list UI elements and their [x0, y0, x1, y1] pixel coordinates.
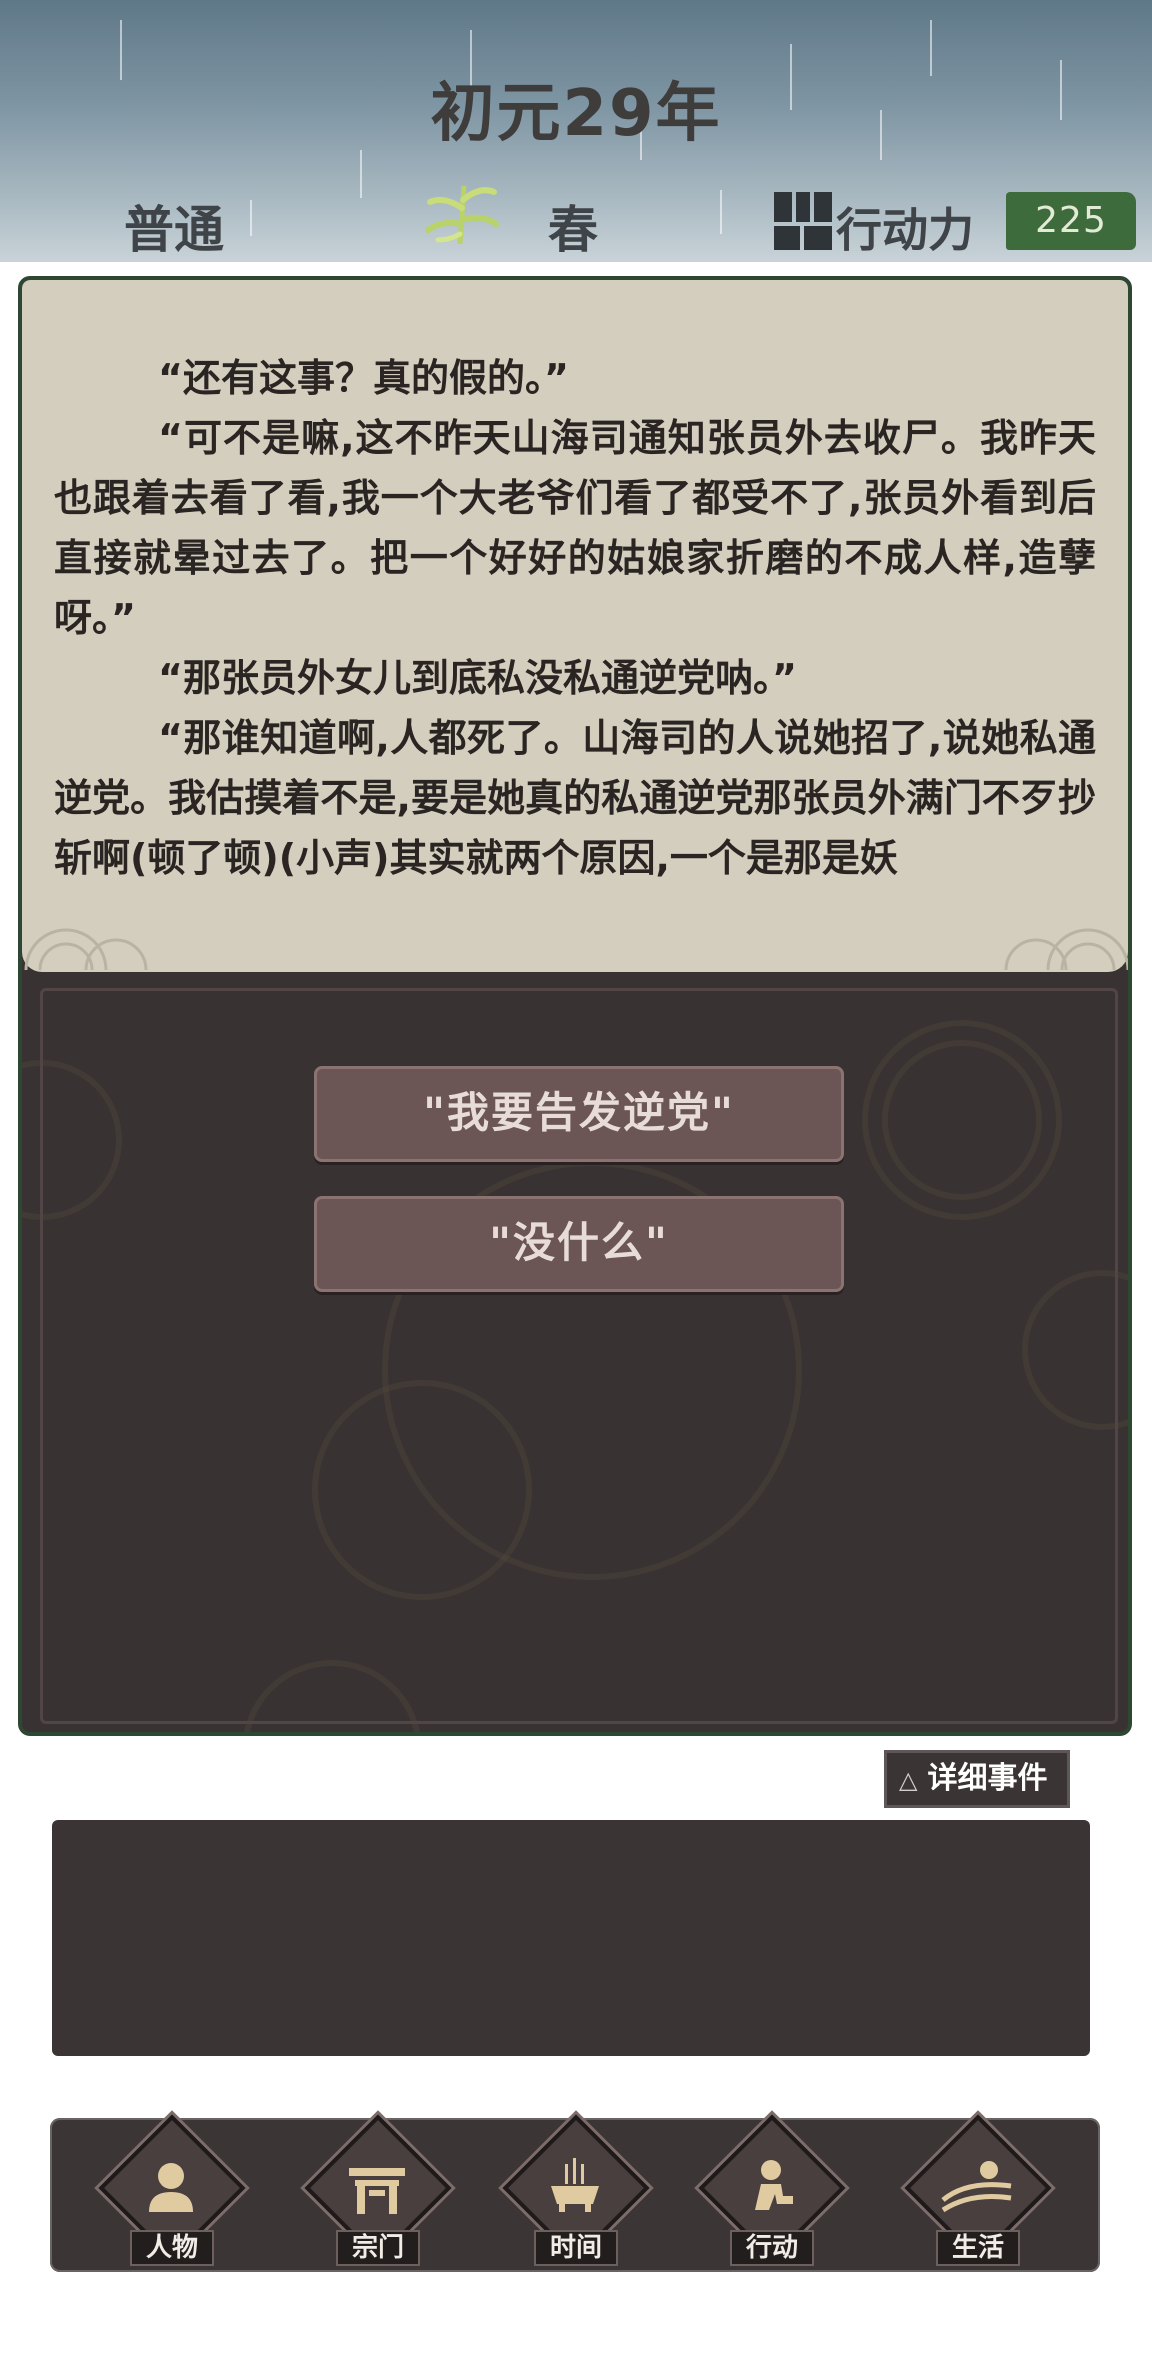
action-figure-icon [755, 2160, 793, 2210]
nav-label: 人物 [130, 2230, 214, 2266]
story-panel: “还有这事？真的假的。” “可不是嘛,这不昨天山海司通知张员外去收尸。我昨天也跟… [18, 276, 1132, 1736]
rain-streak [720, 190, 722, 234]
nav-label: 宗门 [336, 2230, 420, 2266]
year-title: 初元29年 [430, 77, 722, 151]
triangle-up-icon: △ [899, 1766, 918, 1794]
story-paragraph: “那张员外女儿到底私没私通逆党呐。” [158, 656, 797, 700]
cloud-ornament [24, 928, 148, 970]
rain-streak [360, 150, 362, 198]
detail-events-label: 详细事件 [927, 1761, 1048, 1796]
choice-nothing-button[interactable]: "没什么" [314, 1196, 844, 1292]
action-grid-icon [774, 192, 832, 250]
story-text-box[interactable]: “还有这事？真的假的。” “可不是嘛,这不昨天山海司通知张员外去收尸。我昨天也跟… [22, 280, 1128, 972]
top-status-header: 初元29年 普通 春 行动力 225 [0, 0, 1152, 262]
nav-label: 时间 [534, 2230, 618, 2266]
sect-gate-icon [349, 2168, 405, 2214]
nav-item-sect[interactable]: 宗门 [302, 2114, 452, 2272]
bamboo-icon [425, 185, 499, 245]
nav-item-actions[interactable]: 行动 [696, 2114, 846, 2272]
story-paragraph: “还有这事？真的假的。” [158, 356, 569, 400]
bottom-nav-bar: 人物 宗门 时间 行动 生活 [50, 2114, 1100, 2272]
nav-label: 生活 [936, 2230, 1020, 2266]
difficulty-label: 普通 [124, 201, 224, 259]
action-points-value: 225 [1006, 192, 1136, 250]
event-log-box [52, 1820, 1090, 2056]
detail-events-button[interactable]: △ 详细事件 [884, 1750, 1070, 1808]
cloud-ornament [1004, 928, 1128, 970]
story-paragraph: “那谁知道啊,人都死了。山海司的人说她招了,说她私通逆党。我估摸着不是,要是她真… [54, 716, 1096, 880]
story-paragraph: “可不是嘛,这不昨天山海司通知张员外去收尸。我昨天也跟着去看了看,我一个大老爷们… [54, 416, 1096, 640]
nav-item-time[interactable]: 时间 [500, 2114, 650, 2272]
nav-label: 行动 [730, 2230, 814, 2266]
nav-item-characters[interactable]: 人物 [96, 2114, 246, 2272]
choice-report-rebels-button[interactable]: "我要告发逆党" [314, 1066, 844, 1162]
season-label: 春 [548, 201, 598, 259]
landscape-icon [941, 2161, 1012, 2213]
person-icon [149, 2163, 193, 2212]
incense-burner-icon [551, 2158, 599, 2212]
rain-streak [250, 200, 252, 236]
nav-item-life[interactable]: 生活 [902, 2114, 1052, 2272]
action-points-label: 行动力 [836, 203, 974, 257]
